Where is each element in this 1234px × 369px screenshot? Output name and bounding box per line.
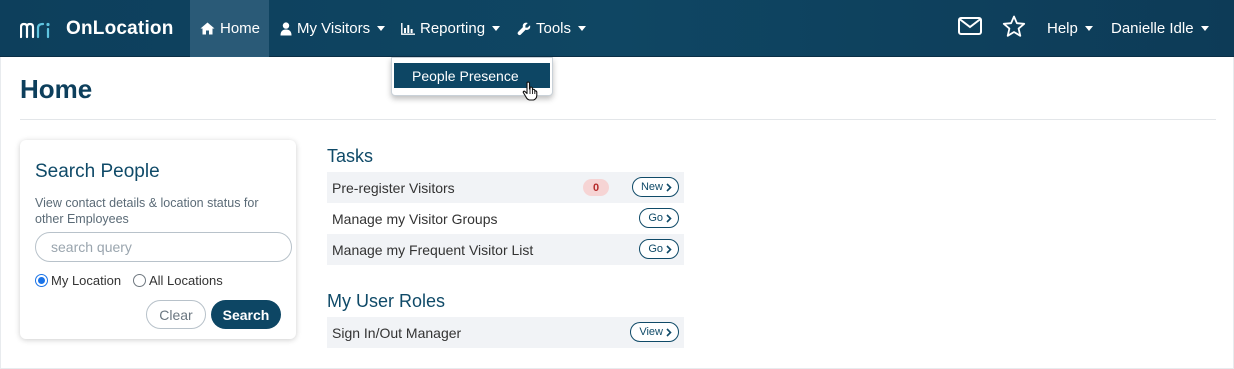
app-name: OnLocation bbox=[66, 17, 174, 39]
home-icon bbox=[200, 22, 215, 35]
radio-button[interactable] bbox=[133, 274, 146, 287]
role-label: Sign In/Out Manager bbox=[332, 324, 462, 341]
chevron-right-icon bbox=[666, 244, 672, 254]
chevron-down-icon bbox=[492, 26, 501, 31]
view-button-label: View bbox=[639, 326, 663, 338]
wrench-icon bbox=[517, 22, 531, 36]
brand[interactable]: OnLocation bbox=[20, 0, 174, 57]
messages-button[interactable] bbox=[955, 0, 985, 57]
nav-tools-label: Tools bbox=[536, 20, 572, 37]
radio-all-locations-label: All Locations bbox=[149, 273, 223, 288]
task-row: Pre-register Visitors 0 New bbox=[327, 172, 684, 203]
mri-logo bbox=[20, 19, 58, 39]
task-label: Pre-register Visitors bbox=[332, 179, 455, 196]
radio-my-location[interactable]: My Location bbox=[35, 273, 121, 288]
radio-all-locations[interactable]: All Locations bbox=[133, 273, 223, 288]
go-button-label: Go bbox=[648, 212, 663, 224]
radio-button-checked[interactable] bbox=[35, 274, 48, 287]
nav-help[interactable]: Help bbox=[1037, 0, 1103, 57]
go-button-label: Go bbox=[648, 243, 663, 255]
tasks-title: Tasks bbox=[327, 146, 374, 166]
search-button[interactable]: Search bbox=[211, 300, 281, 329]
nav-help-label: Help bbox=[1047, 20, 1078, 37]
search-card-title: Search People bbox=[35, 161, 160, 182]
nav-home[interactable]: Home bbox=[190, 0, 269, 57]
task-row: Manage my Frequent Visitor List Go bbox=[327, 234, 684, 265]
go-button[interactable]: Go bbox=[639, 239, 679, 259]
user-icon bbox=[280, 21, 292, 36]
view-button[interactable]: View bbox=[630, 322, 679, 342]
chevron-down-icon bbox=[578, 26, 587, 31]
page-title: Home bbox=[20, 74, 93, 104]
bar-chart-icon bbox=[401, 22, 415, 35]
task-label: Manage my Visitor Groups bbox=[332, 210, 498, 227]
search-people-card: Search People View contact details & loc… bbox=[20, 140, 296, 339]
nav-reporting[interactable]: Reporting bbox=[391, 0, 510, 57]
nav-tools[interactable]: Tools bbox=[507, 0, 596, 57]
favorites-button[interactable] bbox=[999, 0, 1029, 57]
chevron-right-icon bbox=[666, 327, 672, 337]
nav-home-label: Home bbox=[220, 20, 261, 37]
chevron-right-icon bbox=[666, 213, 672, 223]
nav-reporting-label: Reporting bbox=[420, 20, 486, 37]
task-label: Manage my Frequent Visitor List bbox=[332, 241, 534, 258]
clear-button[interactable]: Clear bbox=[146, 300, 206, 329]
chevron-down-icon bbox=[377, 26, 386, 31]
new-button-label: New bbox=[640, 181, 663, 193]
hand-pointer-cursor-icon bbox=[522, 81, 538, 106]
envelope-icon bbox=[958, 17, 982, 40]
chevron-right-icon bbox=[666, 182, 672, 192]
divider bbox=[20, 119, 1216, 120]
role-row: Sign In/Out Manager View bbox=[327, 317, 684, 348]
user-roles-title: My User Roles bbox=[327, 291, 446, 311]
nav-my-visitors-label: My Visitors bbox=[297, 20, 371, 37]
task-row: Manage my Visitor Groups Go bbox=[327, 203, 684, 234]
go-button[interactable]: Go bbox=[639, 208, 679, 228]
new-button[interactable]: New bbox=[631, 177, 679, 197]
radio-my-location-label: My Location bbox=[51, 273, 122, 288]
count-badge: 0 bbox=[583, 179, 609, 196]
top-navbar: OnLocation Home My Visitors Reporting To… bbox=[0, 0, 1234, 57]
search-card-description: View contact details & location status f… bbox=[35, 196, 259, 226]
search-input[interactable] bbox=[35, 232, 292, 262]
chevron-down-icon bbox=[1200, 26, 1209, 31]
star-icon bbox=[1002, 15, 1026, 43]
nav-my-visitors[interactable]: My Visitors bbox=[270, 0, 395, 57]
user-name: Danielle Idle bbox=[1111, 20, 1194, 37]
chevron-down-icon bbox=[1084, 26, 1093, 31]
user-menu[interactable]: Danielle Idle bbox=[1101, 0, 1219, 57]
